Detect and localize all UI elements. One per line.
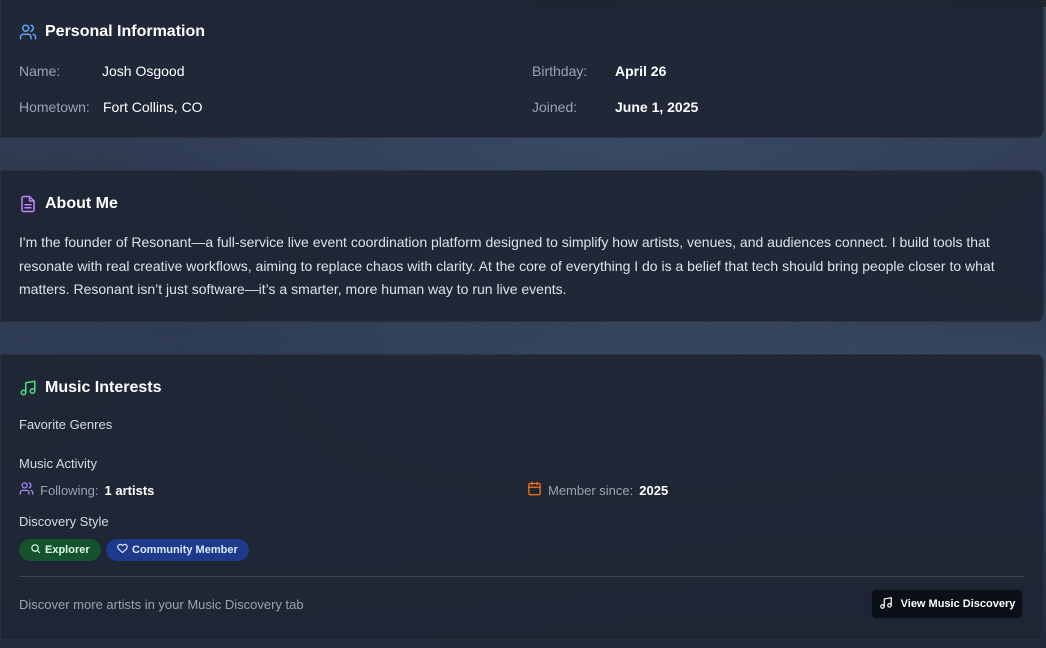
about-text: I'm the founder of Resonant—a full-servi… — [19, 234, 995, 297]
name-label: Name: — [19, 63, 61, 79]
explorer-label: Explorer — [45, 544, 90, 556]
about-heading: About Me — [19, 195, 118, 213]
calendar-icon — [527, 481, 542, 499]
music-note-icon — [19, 379, 37, 397]
music-heading: Music Interests — [19, 379, 161, 397]
view-music-discovery-label: View Music Discovery — [900, 598, 1016, 610]
personal-info-title: Personal Information — [45, 23, 206, 40]
member-since-stat: Member since: 2025 — [527, 481, 668, 499]
community-member-label: Community Member — [132, 544, 238, 556]
name-value: Josh Osgood — [102, 63, 185, 79]
joined-value: June 1, 2025 — [615, 99, 699, 115]
view-music-discovery-button[interactable]: View Music Discovery — [871, 589, 1023, 619]
member-since-label: Member since: — [548, 482, 634, 498]
favorite-genres-label: Favorite Genres — [19, 417, 113, 432]
personal-info-heading: Personal Information — [19, 23, 205, 41]
personal-info-card: Personal Information Name: Josh Osgood H… — [0, 0, 1044, 138]
discover-hint: Discover more artists in your Music Disc… — [19, 597, 304, 612]
birthday-value: April 26 — [615, 63, 667, 79]
birthday-label: Birthday: — [532, 63, 588, 79]
following-value: 1 artists — [104, 482, 155, 498]
following-label: Following: — [40, 482, 99, 498]
music-interests-card: Music Interests Favorite Genres Music Ac… — [0, 354, 1044, 640]
divider — [19, 576, 1024, 577]
music-activity-label: Music Activity — [19, 456, 98, 471]
users-icon — [19, 23, 37, 41]
joined-label: Joined: — [532, 99, 578, 115]
heart-icon — [117, 543, 128, 557]
about-card: About Me I'm the founder of Resonant—a f… — [0, 170, 1044, 322]
music-title: Music Interests — [45, 379, 162, 396]
search-icon — [30, 543, 41, 557]
explorer-badge: Explorer — [19, 539, 101, 561]
hometown-label: Hometown: — [19, 99, 90, 115]
member-since-value: 2025 — [639, 482, 669, 498]
discovery-style-label: Discovery Style — [19, 514, 109, 529]
following-users-icon — [19, 481, 34, 499]
about-title: About Me — [45, 195, 118, 212]
following-stat: Following: 1 artists — [19, 481, 154, 499]
music-note-icon — [879, 596, 893, 613]
document-icon — [19, 195, 37, 213]
community-member-badge: Community Member — [106, 539, 249, 561]
hometown-value: Fort Collins, CO — [103, 99, 203, 115]
